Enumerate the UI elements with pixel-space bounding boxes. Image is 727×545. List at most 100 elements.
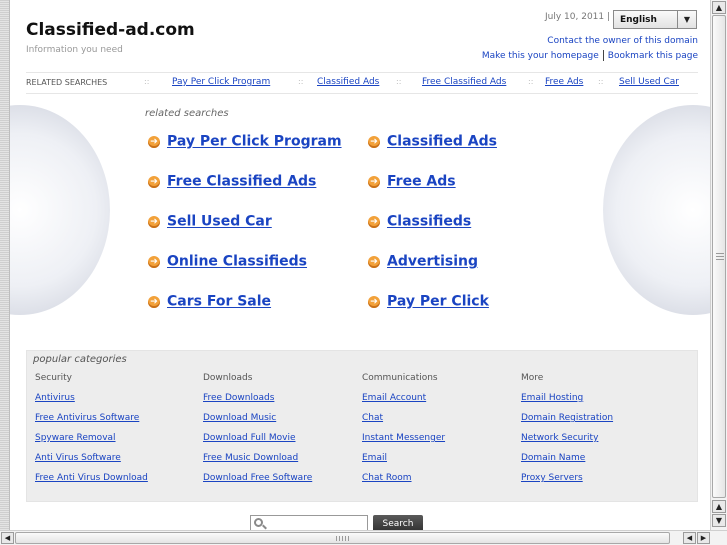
keyword-item: ➔ Advertising — [368, 251, 478, 271]
keyword-item: ➔ Pay Per Click Program — [148, 131, 342, 151]
category-link[interactable]: Download Free Software — [203, 473, 312, 493]
keyword-link[interactable]: Pay Per Click — [387, 294, 489, 310]
make-homepage-link[interactable]: Make this your homepage — [482, 51, 599, 61]
horizontal-scrollbar[interactable]: ◀ ◀ ▶ — [0, 530, 727, 545]
category-link[interactable]: Free Downloads — [203, 393, 312, 413]
keyword-link[interactable]: Pay Per Click Program — [167, 134, 342, 150]
category-link[interactable]: Download Full Movie — [203, 433, 312, 453]
site-title: Classified-ad.com — [26, 20, 195, 40]
category-link[interactable]: Domain Registration — [521, 413, 613, 433]
site-subtitle: Information you need — [26, 45, 123, 55]
category-heading: Communications — [362, 373, 438, 383]
language-selected-value: English — [620, 15, 657, 25]
keyword-link[interactable]: Advertising — [387, 254, 478, 270]
related-bar-item[interactable]: Classified Ads — [317, 77, 379, 87]
language-select[interactable]: English ▼ — [613, 10, 697, 29]
keyword-link[interactable]: Classifieds — [387, 214, 471, 230]
horizontal-scroll-thumb[interactable] — [15, 532, 670, 544]
search-box — [250, 515, 368, 530]
category-link[interactable]: Free Music Download — [203, 453, 312, 473]
vertical-scroll-thumb[interactable] — [712, 15, 726, 498]
web-page: Classified-ad.com Information you need J… — [10, 0, 710, 530]
keyword-link[interactable]: Online Classifieds — [167, 254, 307, 270]
separator: :: — [598, 77, 604, 86]
category-link[interactable]: Free Anti Virus Download — [35, 473, 148, 493]
related-bar-item[interactable]: Pay Per Click Program — [172, 77, 270, 87]
category-heading: More — [521, 373, 544, 383]
keyword-item: ➔ Cars For Sale — [148, 291, 271, 311]
decorative-sphere-right — [603, 105, 710, 315]
category-link[interactable]: Chat Room — [362, 473, 445, 493]
related-bar-item[interactable]: Sell Used Car — [619, 77, 679, 87]
popular-categories-caption: popular categories — [33, 354, 127, 365]
keyword-link[interactable]: Cars For Sale — [167, 294, 271, 310]
keyword-item: ➔ Pay Per Click — [368, 291, 489, 311]
decorative-sphere-left — [10, 105, 110, 315]
separator: :: — [528, 77, 534, 86]
separator: :: — [396, 77, 402, 86]
category-link[interactable]: Network Security — [521, 433, 613, 453]
category-link[interactable]: Spyware Removal — [35, 433, 148, 453]
search-button[interactable]: Search — [373, 515, 423, 530]
vertical-scrollbar[interactable]: ▲ ▲ ▼ — [710, 0, 727, 530]
keyword-link[interactable]: Classified Ads — [387, 134, 497, 150]
scroll-up-icon[interactable]: ▲ — [712, 1, 726, 14]
category-column: More Email Hosting Domain Registration N… — [521, 373, 613, 493]
magnifier-icon — [254, 518, 263, 527]
separator: :: — [144, 77, 150, 86]
arrow-circle-icon: ➔ — [148, 255, 160, 268]
homepage-links: Make this your homepage Bookmark this pag… — [482, 50, 698, 61]
keyword-item: ➔ Online Classifieds — [148, 251, 307, 271]
category-column: Security Antivirus Free Antivirus Softwa… — [35, 373, 148, 493]
keyword-item: ➔ Free Ads — [368, 171, 456, 191]
arrow-circle-icon: ➔ — [148, 175, 160, 188]
category-link[interactable]: Proxy Servers — [521, 473, 613, 493]
category-link[interactable]: Domain Name — [521, 453, 613, 473]
category-link[interactable]: Antivirus — [35, 393, 148, 413]
arrow-circle-icon: ➔ — [148, 135, 160, 148]
popular-categories-panel: popular categories Security Antivirus Fr… — [26, 350, 698, 502]
keyword-link[interactable]: Sell Used Car — [167, 214, 272, 230]
category-link[interactable]: Download Music — [203, 413, 312, 433]
scroll-up-icon[interactable]: ▲ — [712, 500, 726, 513]
search-input[interactable] — [267, 517, 365, 530]
arrow-circle-icon: ➔ — [368, 295, 380, 308]
keyword-link[interactable]: Free Ads — [387, 174, 456, 190]
arrow-circle-icon: ➔ — [368, 255, 380, 268]
category-link[interactable]: Email Hosting — [521, 393, 613, 413]
keyword-link[interactable]: Free Classified Ads — [167, 174, 316, 190]
grip-icon — [336, 536, 350, 541]
keyword-item: ➔ Classified Ads — [368, 131, 497, 151]
category-link[interactable]: Instant Messenger — [362, 433, 445, 453]
arrow-circle-icon: ➔ — [368, 215, 380, 228]
category-column: Communications Email Account Chat Instan… — [362, 373, 445, 493]
category-link[interactable]: Anti Virus Software — [35, 453, 148, 473]
keyword-item: ➔ Free Classified Ads — [148, 171, 316, 191]
scroll-down-icon[interactable]: ▼ — [712, 514, 726, 527]
grip-icon — [716, 253, 724, 262]
arrow-circle-icon: ➔ — [368, 175, 380, 188]
bookmark-link[interactable]: Bookmark this page — [608, 51, 698, 61]
date-text: July 10, 2011 | — [545, 12, 611, 22]
window-left-edge — [0, 0, 10, 530]
category-link[interactable]: Email — [362, 453, 445, 473]
category-link[interactable]: Free Antivirus Software — [35, 413, 148, 433]
category-heading: Security — [35, 373, 72, 383]
scroll-left-icon[interactable]: ◀ — [683, 532, 696, 544]
keyword-item: ➔ Classifieds — [368, 211, 471, 231]
separator: :: — [298, 77, 304, 86]
related-bar-item[interactable]: Free Ads — [545, 77, 583, 87]
divider — [602, 50, 604, 61]
arrow-circle-icon: ➔ — [148, 215, 160, 228]
category-column: Downloads Free Downloads Download Music … — [203, 373, 312, 493]
related-bar-item[interactable]: Free Classified Ads — [422, 77, 506, 87]
scroll-left-icon[interactable]: ◀ — [1, 532, 14, 544]
category-link[interactable]: Email Account — [362, 393, 445, 413]
scroll-right-icon[interactable]: ▶ — [697, 532, 710, 544]
chevron-down-icon[interactable]: ▼ — [677, 11, 696, 28]
arrow-circle-icon: ➔ — [368, 135, 380, 148]
contact-owner-link[interactable]: Contact the owner of this domain — [547, 36, 698, 46]
keyword-item: ➔ Sell Used Car — [148, 211, 272, 231]
arrow-circle-icon: ➔ — [148, 295, 160, 308]
category-link[interactable]: Chat — [362, 413, 445, 433]
